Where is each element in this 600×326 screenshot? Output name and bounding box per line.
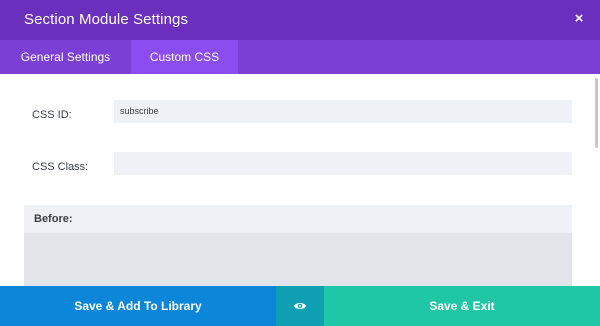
close-icon[interactable]: × xyxy=(572,11,586,27)
save-add-to-library-button[interactable]: Save & Add To Library xyxy=(0,286,276,326)
before-css-label: Before: xyxy=(34,213,73,225)
before-css-box: Before: xyxy=(24,205,572,286)
modal-header: Section Module Settings × xyxy=(0,0,600,40)
preview-button[interactable] xyxy=(276,286,324,326)
eye-icon xyxy=(294,303,306,309)
modal-footer: Save & Add To Library Save & Exit xyxy=(0,286,600,326)
before-css-textarea[interactable] xyxy=(24,233,572,286)
tab-custom-css[interactable]: Custom CSS xyxy=(131,40,238,74)
save-exit-button[interactable]: Save & Exit xyxy=(324,286,600,326)
settings-modal: Section Module Settings × General Settin… xyxy=(0,0,600,326)
settings-body: CSS ID: subscribe CSS Class: Before: xyxy=(0,74,600,286)
modal-title: Section Module Settings xyxy=(24,11,189,28)
tab-bar: General Settings Custom CSS xyxy=(0,40,600,74)
css-id-input[interactable]: subscribe xyxy=(114,100,572,123)
tab-general-settings[interactable]: General Settings xyxy=(0,40,131,74)
css-class-input[interactable] xyxy=(114,152,572,175)
before-css-header: Before: xyxy=(24,205,572,233)
css-id-label: CSS ID: xyxy=(32,109,72,121)
css-class-label: CSS Class: xyxy=(32,161,89,173)
scrollbar[interactable] xyxy=(595,78,598,148)
